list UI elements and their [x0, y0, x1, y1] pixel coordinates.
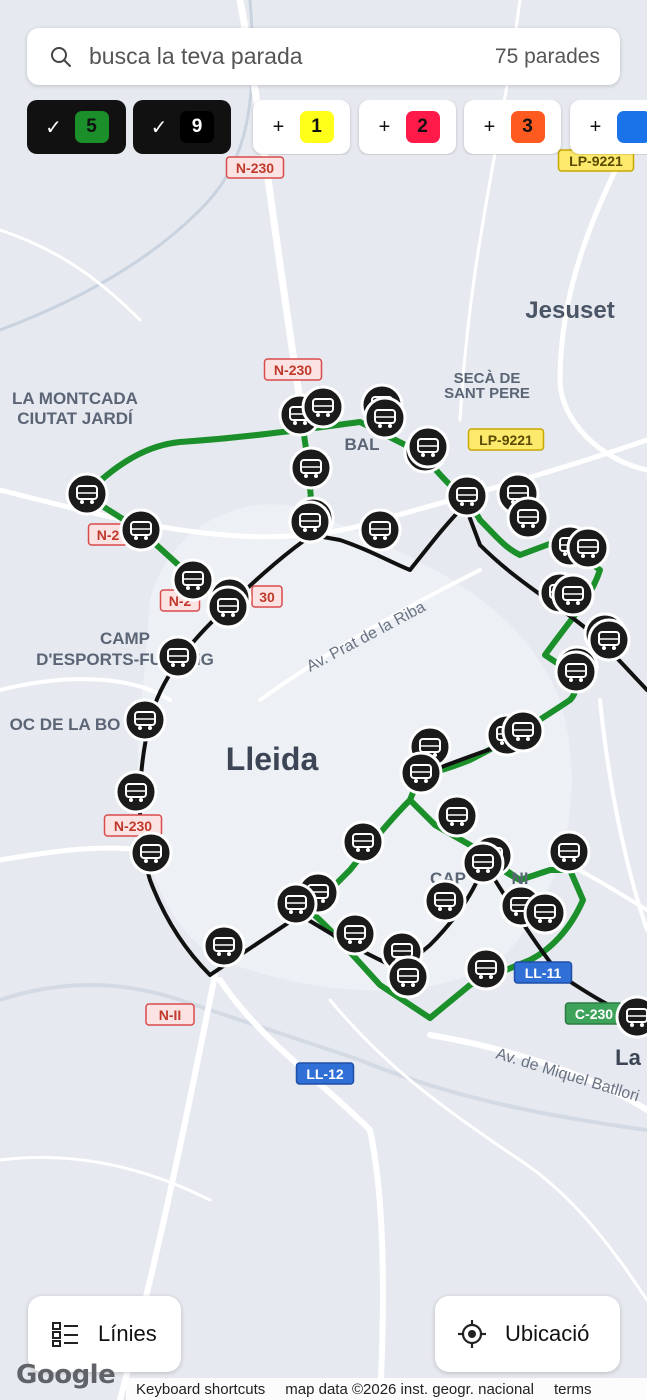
svg-text:LL-12: LL-12 [306, 1066, 344, 1082]
bus-stop-marker[interactable] [65, 472, 109, 516]
bus-stop-marker[interactable] [615, 995, 647, 1039]
plus-icon: + [483, 115, 496, 138]
bus-stop-marker[interactable] [445, 474, 489, 518]
search-bar[interactable]: busca la teva parada 75 parades [27, 28, 620, 85]
search-icon [51, 46, 71, 67]
svg-text:N-230: N-230 [114, 818, 152, 834]
terms-link[interactable]: terms [544, 1381, 602, 1398]
road-shield: C-230 [564, 1002, 624, 1025]
bus-stop-marker[interactable] [506, 496, 550, 540]
map-label-camp1: CAMP [100, 629, 150, 648]
bus-stop-marker[interactable] [363, 396, 407, 440]
line-badge: 3 [510, 111, 545, 143]
bus-stop-marker[interactable] [554, 650, 598, 694]
map-label-jesuset: Jesuset [525, 297, 614, 324]
bus-stop-marker[interactable] [435, 794, 479, 838]
bus-stop-marker[interactable] [171, 558, 215, 602]
svg-text:N-II: N-II [159, 1007, 182, 1023]
line-badge: 1 [299, 111, 334, 143]
road-shield: N-230 [263, 358, 323, 381]
svg-text:LP-9221: LP-9221 [569, 153, 623, 169]
bus-stop-marker[interactable] [206, 585, 250, 629]
svg-text:LL-11: LL-11 [525, 965, 562, 981]
bus-stop-marker[interactable] [399, 751, 443, 795]
bus-stop-marker[interactable] [156, 635, 200, 679]
crosshair-icon [458, 1320, 486, 1348]
bus-stop-marker[interactable] [523, 891, 567, 935]
line-chip-9[interactable]: ✓ 9 [133, 100, 231, 154]
line-chip-5[interactable]: ✓ 5 [27, 100, 126, 154]
bus-stop-marker[interactable] [587, 618, 631, 662]
list-icon [52, 1322, 78, 1347]
map-label-lleida: Lleida [226, 741, 319, 777]
bus-stop-marker[interactable] [461, 841, 505, 885]
bus-stop-marker[interactable] [274, 882, 318, 926]
bus-stop-marker[interactable] [547, 830, 591, 874]
road-shield: LL-11 [513, 961, 573, 984]
map[interactable]: JesusetSECÀ DESANT PERELA MONTCADACIUTAT… [0, 0, 647, 1400]
line-badge: 2 [405, 111, 440, 143]
check-icon: ✓ [150, 116, 168, 139]
bus-stop-marker[interactable] [333, 912, 377, 956]
stop-count: 75 parades [494, 44, 600, 68]
line-chip-2[interactable]: +2 [359, 100, 456, 154]
bus-stop-marker[interactable] [289, 446, 333, 490]
road-shield: N-230 [225, 156, 285, 179]
bus-stop-marker[interactable] [566, 526, 610, 570]
plus-icon: + [589, 115, 602, 138]
bus-stop-marker[interactable] [423, 879, 467, 923]
line-chip-1[interactable]: +1 [253, 100, 350, 154]
bus-stop-marker[interactable] [301, 385, 345, 429]
bus-stop-marker[interactable] [114, 770, 158, 814]
bus-stop-marker[interactable] [464, 947, 508, 991]
map-label-bal: BAL [345, 435, 380, 454]
map-label-montcada1: LA MONTCADA [12, 389, 138, 408]
svg-text:N-230: N-230 [274, 362, 312, 378]
bus-stop-marker[interactable] [501, 709, 545, 753]
bus-stop-marker[interactable] [358, 508, 402, 552]
svg-text:C-230: C-230 [575, 1006, 613, 1022]
map-label-la: La [615, 1045, 641, 1070]
bus-stop-marker[interactable] [341, 820, 385, 864]
location-button[interactable]: Ubicació [435, 1296, 620, 1372]
bus-stop-marker[interactable] [129, 831, 173, 875]
lines-button-label: Línies [98, 1321, 157, 1346]
keyboard-shortcuts-link[interactable]: Keyboard shortcuts [126, 1381, 275, 1398]
svg-text:LP-9221: LP-9221 [479, 432, 533, 448]
map-label-seca2: SANT PERE [444, 385, 530, 402]
line-badge: 5 [74, 111, 109, 143]
road-shield: 30 [251, 585, 283, 608]
road-shield: LP-9221 [467, 428, 545, 451]
bus-stop-marker[interactable] [551, 573, 595, 617]
map-attribution: Keyboard shortcuts map data ©2026 inst. … [126, 1378, 647, 1400]
svg-text:N-230: N-230 [236, 160, 274, 176]
svg-text:N-2: N-2 [97, 527, 120, 543]
bus-stop-marker[interactable] [386, 955, 430, 999]
plus-icon: + [378, 115, 391, 138]
bus-stop-marker[interactable] [119, 508, 163, 552]
bus-stop-marker[interactable] [288, 500, 332, 544]
plus-icon: + [272, 115, 285, 138]
line-chip-3[interactable]: +3 [464, 100, 561, 154]
road-shield: LL-12 [295, 1062, 355, 1085]
map-label-montcada2: CIUTAT JARDÍ [17, 409, 134, 428]
bus-stop-marker[interactable] [406, 425, 450, 469]
road-shield: N-II [145, 1003, 195, 1026]
line-badge: 9 [180, 111, 214, 143]
location-button-label: Ubicació [505, 1321, 590, 1346]
bus-stop-marker[interactable] [123, 698, 167, 742]
map-data-credit: map data ©2026 inst. geogr. nacional [285, 1380, 534, 1398]
line-badge [616, 111, 647, 143]
google-logo: Google [16, 1360, 116, 1390]
line-filter-bar: ✓ 5 ✓ 9 +1 +2 +3 + [27, 100, 647, 155]
line-chip-more[interactable]: + [570, 100, 647, 154]
check-icon: ✓ [45, 116, 62, 139]
bus-stop-marker[interactable] [202, 924, 246, 968]
svg-text:30: 30 [259, 589, 275, 605]
search-input[interactable]: busca la teva parada [89, 43, 495, 70]
map-label-boc: OC DE LA BO [10, 715, 121, 734]
